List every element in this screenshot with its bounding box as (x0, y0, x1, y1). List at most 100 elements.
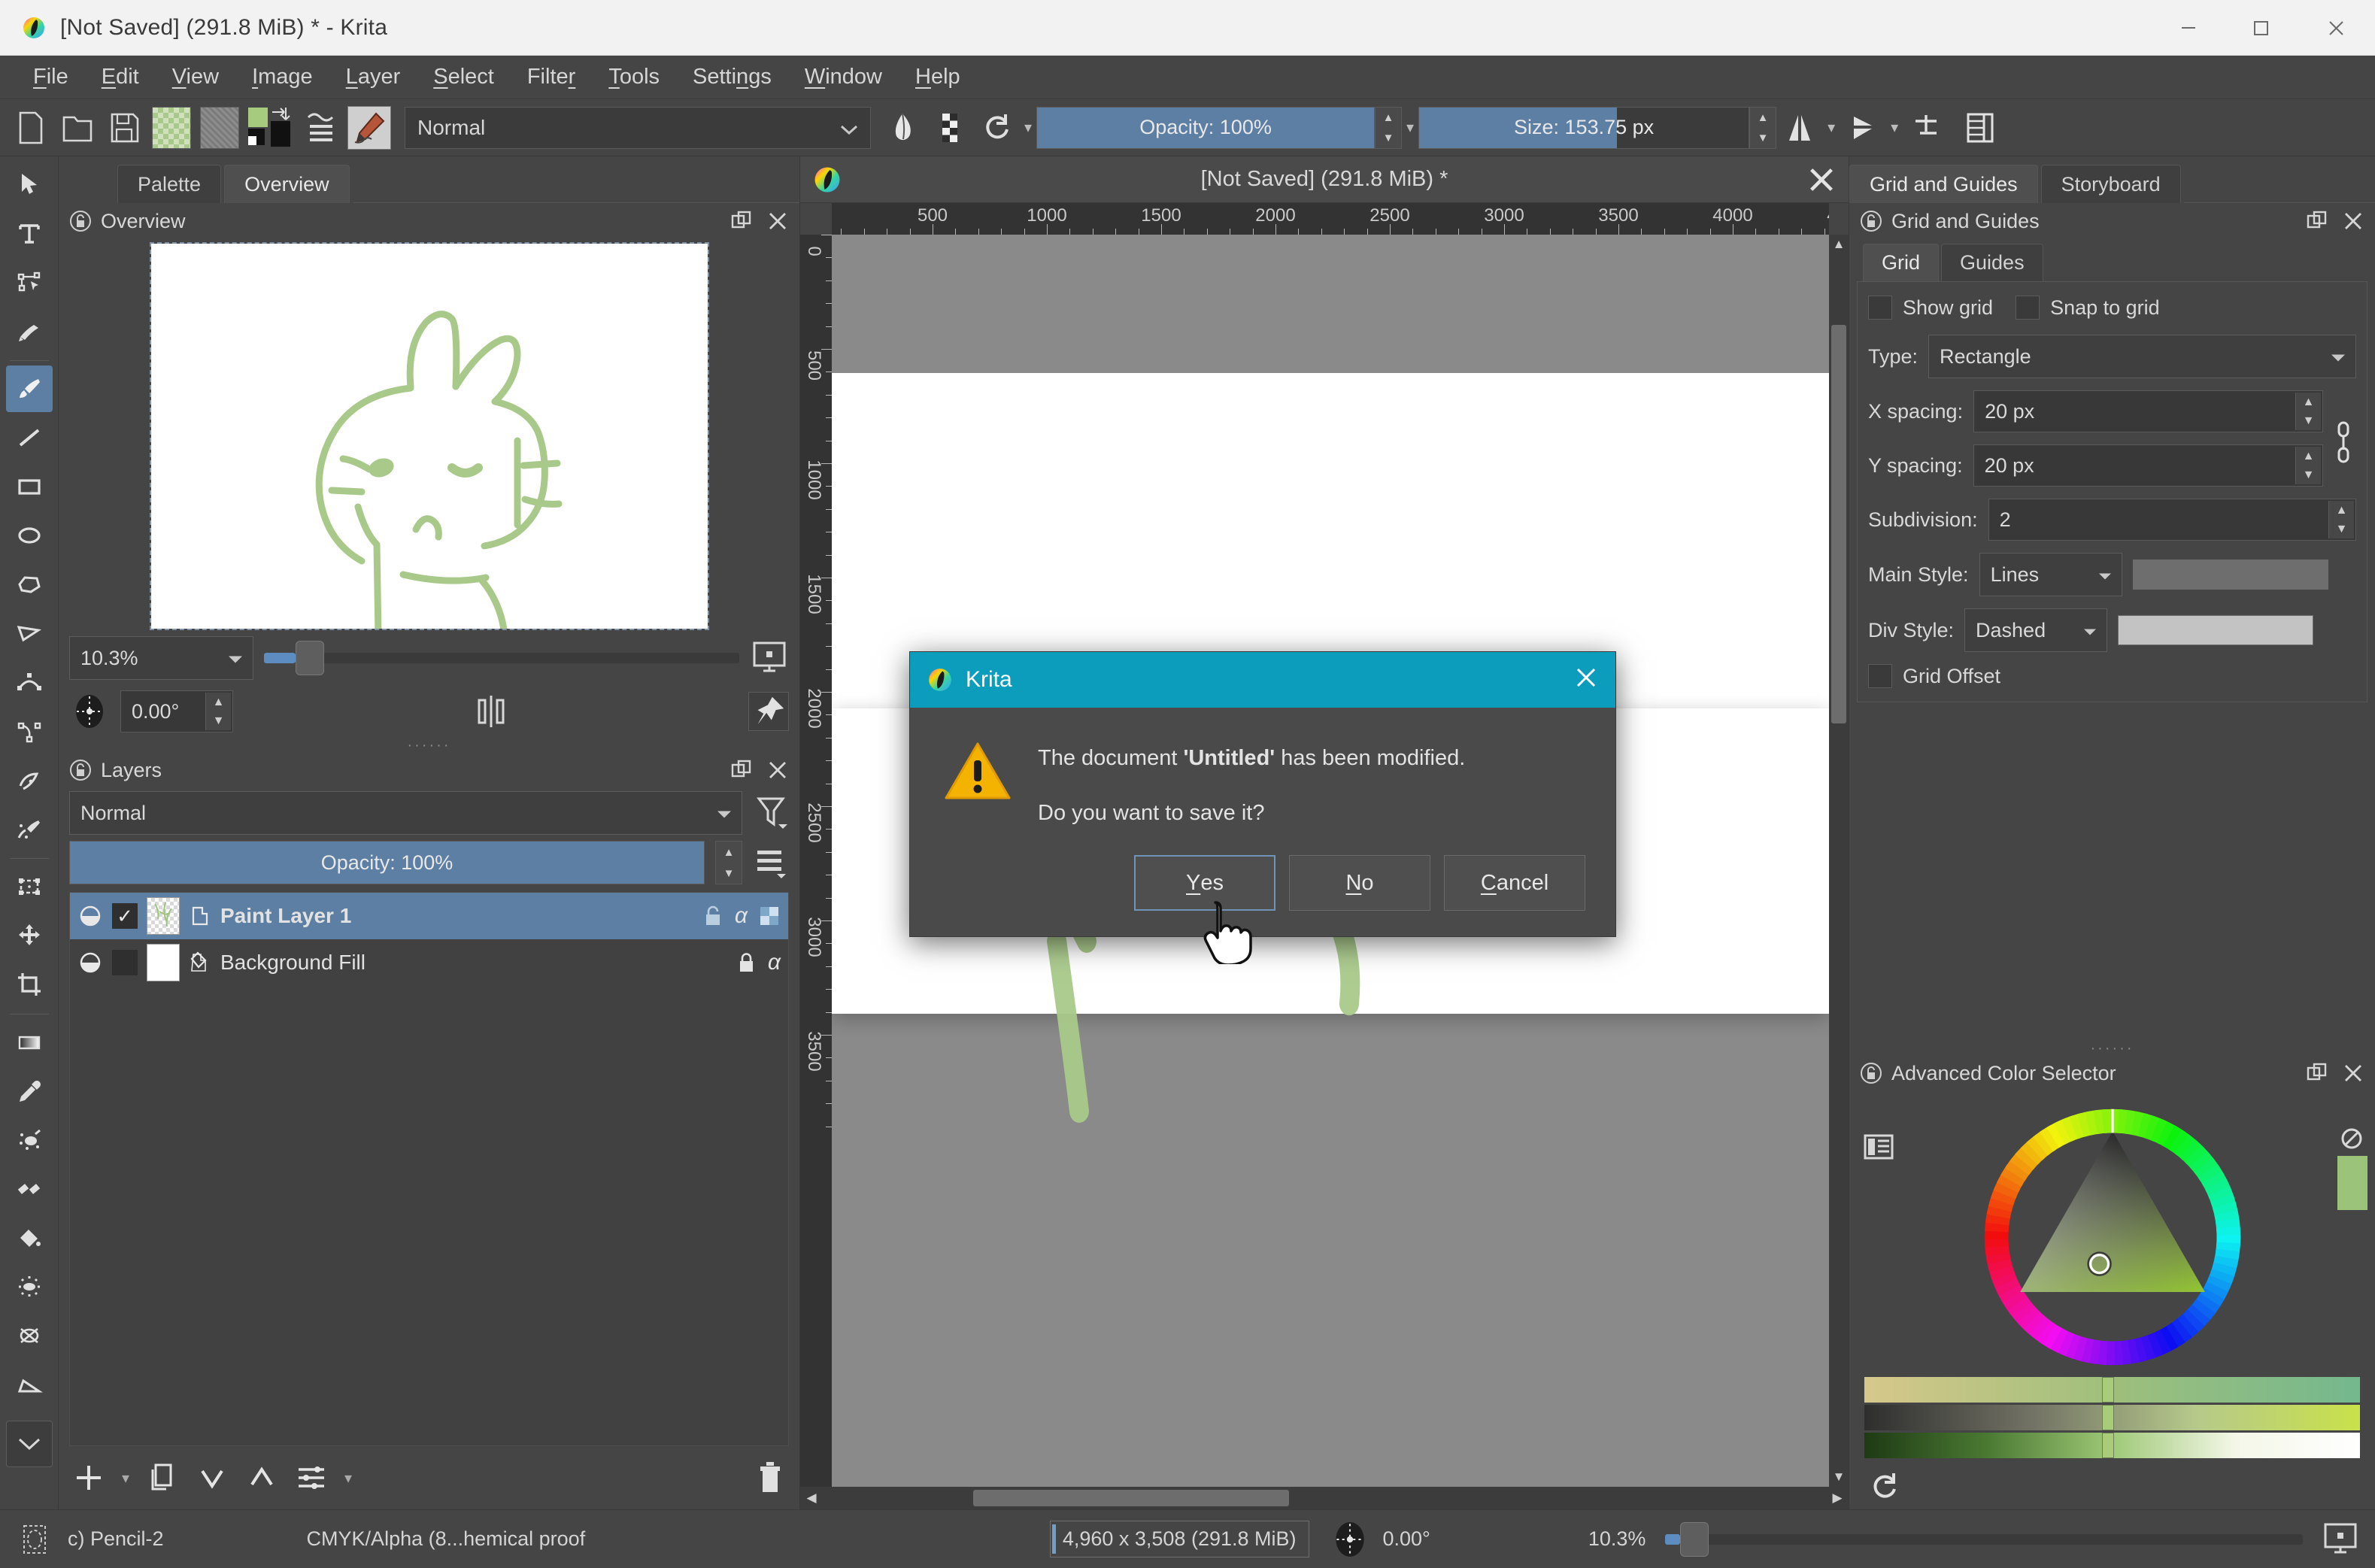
layer-properties-icon[interactable] (753, 842, 789, 883)
menu-window[interactable]: Window (788, 62, 899, 93)
table-row[interactable]: ✓ Paint Layer 1 α (70, 893, 788, 939)
mirror-vertical-icon[interactable] (1843, 106, 1883, 150)
pin-icon[interactable] (748, 692, 789, 731)
cancel-button[interactable]: Cancel (1444, 855, 1585, 911)
select-shapes-tool[interactable] (6, 161, 53, 208)
menu-layer[interactable]: Layer (329, 62, 417, 93)
docker-splitter-grip[interactable]: ······ (59, 738, 799, 753)
enclose-fill-tool[interactable] (6, 1263, 53, 1310)
checkbox-box[interactable] (2016, 296, 2040, 320)
transform-tool[interactable] (6, 863, 53, 910)
alpha-lock-icon[interactable] (758, 905, 781, 927)
reload-preset-icon[interactable] (976, 106, 1017, 150)
dialog-close-icon[interactable] (1573, 665, 1599, 695)
text-tool[interactable] (6, 210, 53, 256)
layer-opacity-spinner[interactable]: ▲ ▼ (715, 841, 742, 884)
close-icon[interactable] (2342, 1062, 2364, 1084)
move-layer-down-button[interactable] (196, 1461, 229, 1494)
pencil-preset-icon[interactable] (347, 105, 391, 150)
gradient-edit-tool[interactable] (6, 1312, 53, 1359)
lock-docker-icon[interactable] (69, 210, 92, 232)
canvas-rotation-icon[interactable] (69, 692, 110, 731)
delete-layer-button[interactable] (754, 1459, 786, 1497)
brush-presets-list-icon[interactable] (301, 106, 341, 150)
crop-tool[interactable] (6, 961, 53, 1008)
scroll-left-arrow[interactable]: ◀ (800, 1487, 823, 1509)
subdivision-field[interactable]: 2 ▲ ▼ (1988, 499, 2356, 541)
smart-patch-tool[interactable] (6, 1166, 53, 1212)
link-spacing-icon[interactable] (2331, 418, 2356, 471)
mirror-horizontal-dropdown-icon[interactable]: ▾ (1828, 118, 1835, 137)
size-slider[interactable]: Size: 153.75 px (1418, 106, 1750, 149)
horizontal-scroll-track[interactable] (823, 1487, 1826, 1509)
selection-mask-icon[interactable] (20, 1522, 50, 1557)
canvas-rotation-icon[interactable] (1329, 1519, 1371, 1560)
maximize-button[interactable] (2225, 0, 2297, 55)
div-style-combobox[interactable]: Dashed (1964, 608, 2108, 652)
locked-icon[interactable] (735, 951, 757, 975)
calligraphy-tool[interactable] (6, 308, 53, 354)
wrap-around-icon[interactable] (1906, 106, 1946, 150)
freehand-path-tool[interactable] (6, 708, 53, 754)
opacity-spinner[interactable]: ▲ ▼ (1375, 106, 1403, 149)
overview-thumbnail[interactable] (149, 242, 709, 638)
ellipse-tool[interactable] (6, 512, 53, 559)
y-spacing-spinner[interactable]: ▲ ▼ (2295, 447, 2321, 484)
minimize-button[interactable] (2152, 0, 2225, 55)
grid-type-combobox[interactable]: Rectangle (1928, 335, 2356, 378)
move-tool[interactable] (6, 912, 53, 959)
x-spacing-spinner[interactable]: ▲ ▼ (2295, 393, 2321, 430)
checkbox-box[interactable] (1868, 664, 1892, 688)
layer-properties-button[interactable] (295, 1461, 328, 1494)
float-docker-icon[interactable] (730, 759, 753, 781)
menu-view[interactable]: View (156, 62, 235, 93)
shade-handle[interactable] (2102, 1377, 2115, 1403)
alpha-icon[interactable]: α (768, 950, 781, 975)
rotation-spinner[interactable]: ▲ ▼ (205, 693, 231, 730)
mirror-horizontal-icon[interactable] (1779, 106, 1820, 150)
menu-edit[interactable]: Edit (85, 62, 156, 93)
bezier-curve-tool[interactable] (6, 659, 53, 705)
tab-palette[interactable]: Palette (117, 165, 222, 203)
snap-to-grid-checkbox[interactable]: Snap to grid (2016, 296, 2160, 320)
rectangle-tool[interactable] (6, 463, 53, 510)
size-spinner[interactable]: ▲ ▼ (1749, 106, 1777, 149)
color-selector-settings-icon[interactable] (1863, 1132, 1894, 1163)
shade-handle[interactable] (2102, 1405, 2115, 1430)
lock-docker-icon[interactable] (69, 759, 92, 781)
tab-overview[interactable]: Overview (224, 165, 350, 203)
fill-tool[interactable] (6, 1215, 53, 1261)
brush-options-dropdown-icon[interactable]: ▾ (1024, 118, 1032, 137)
measure-tool[interactable] (6, 1361, 53, 1408)
status-image-size[interactable]: 4,960 x 3,508 (291.8 MiB) (1049, 1521, 1309, 1557)
lock-docker-icon[interactable] (1860, 1062, 1882, 1084)
subdivision-spinner[interactable]: ▲ ▼ (2328, 501, 2354, 538)
menu-help[interactable]: Help (899, 62, 977, 93)
gradient-swatch[interactable] (152, 106, 191, 149)
move-layer-up-button[interactable] (245, 1461, 278, 1494)
docker-splitter-grip[interactable]: ······ (1849, 1041, 2375, 1056)
table-row[interactable]: Background Fill α (70, 939, 788, 986)
mirror-view-icon[interactable] (472, 693, 511, 730)
horizontal-scroll-thumb[interactable] (973, 1490, 1289, 1506)
reset-color-icon[interactable] (1867, 1470, 1900, 1503)
close-document-icon[interactable] (1806, 165, 1837, 195)
multibrush-tool[interactable] (6, 805, 53, 852)
no-color-icon[interactable] (2339, 1126, 2364, 1151)
status-zoom-handle[interactable] (1680, 1521, 1709, 1557)
show-grid-checkbox[interactable]: Show grid (1868, 296, 1993, 320)
color-wheel-triangle[interactable] (1872, 1097, 2353, 1377)
add-layer-button[interactable] (72, 1461, 105, 1494)
edit-shapes-tool[interactable] (6, 259, 53, 305)
zoom-slider[interactable] (264, 641, 739, 675)
unlocked-icon[interactable] (702, 904, 724, 928)
freehand-brush-tool[interactable] (5, 365, 53, 412)
checkbox-box[interactable] (1868, 296, 1892, 320)
opacity-slider[interactable]: Opacity: 100% (1036, 106, 1376, 149)
shade-slider-3[interactable] (1864, 1433, 2360, 1458)
fit-to-screen-icon[interactable] (750, 639, 789, 677)
vertical-scroll-thumb[interactable] (1831, 325, 1846, 723)
x-spacing-field[interactable]: 20 px ▲ ▼ (1973, 390, 2323, 432)
overview-thumbnail-container[interactable] (59, 239, 799, 638)
rotation-spinbox[interactable]: 0.00° ▲ ▼ (120, 690, 233, 732)
